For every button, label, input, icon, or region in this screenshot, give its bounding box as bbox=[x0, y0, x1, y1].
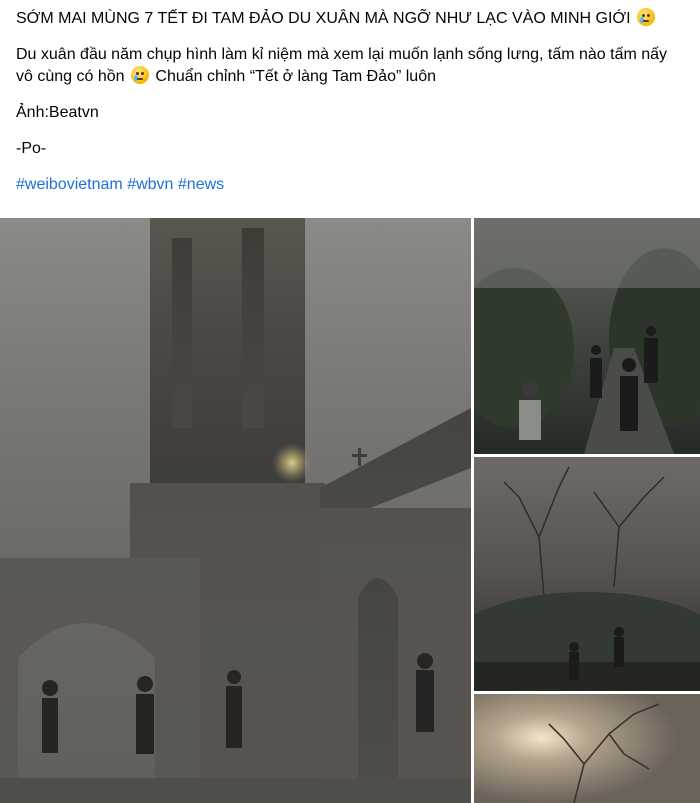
post-text: SỚM MAI MÙNG 7 TẾT ĐI TAM ĐẢO DU XUÂN MÀ… bbox=[0, 0, 700, 218]
crying-face-emoji-icon bbox=[637, 8, 656, 26]
church-photo-image bbox=[0, 218, 471, 803]
post-body-part2: Chuẩn chỉnh “Tết ở làng Tam Đảo” luôn bbox=[150, 68, 436, 85]
gallery-photo[interactable] bbox=[474, 218, 700, 454]
photo-gallery bbox=[0, 218, 700, 803]
gallery-photo[interactable] bbox=[0, 218, 471, 803]
gallery-photo[interactable] bbox=[474, 694, 700, 803]
foggy-trees-photo-image bbox=[474, 457, 700, 691]
crying-face-emoji-icon bbox=[130, 66, 149, 84]
forest-path-photo-image bbox=[474, 218, 700, 454]
post-signature: -Po- bbox=[16, 140, 47, 157]
hashtag-link[interactable]: #wbvn bbox=[127, 176, 173, 193]
post-title: SỚM MAI MÙNG 7 TẾT ĐI TAM ĐẢO DU XUÂN MÀ… bbox=[16, 10, 631, 27]
photo-credit: Ảnh:Beatvn bbox=[16, 104, 99, 121]
hashtag-link[interactable]: #weibovietnam bbox=[16, 176, 123, 193]
post-title-line: SỚM MAI MÙNG 7 TẾT ĐI TAM ĐẢO DU XUÂN MÀ… bbox=[16, 8, 684, 30]
gallery-photo[interactable] bbox=[474, 457, 700, 691]
hashtag-link[interactable]: #news bbox=[178, 176, 224, 193]
hashtag-list: #weibovietnam #wbvn #news bbox=[16, 174, 684, 196]
foggy-sun-photo-image bbox=[474, 694, 700, 803]
post-body: Du xuân đầu năm chụp hình làm kỉ niệm mà… bbox=[16, 44, 684, 88]
